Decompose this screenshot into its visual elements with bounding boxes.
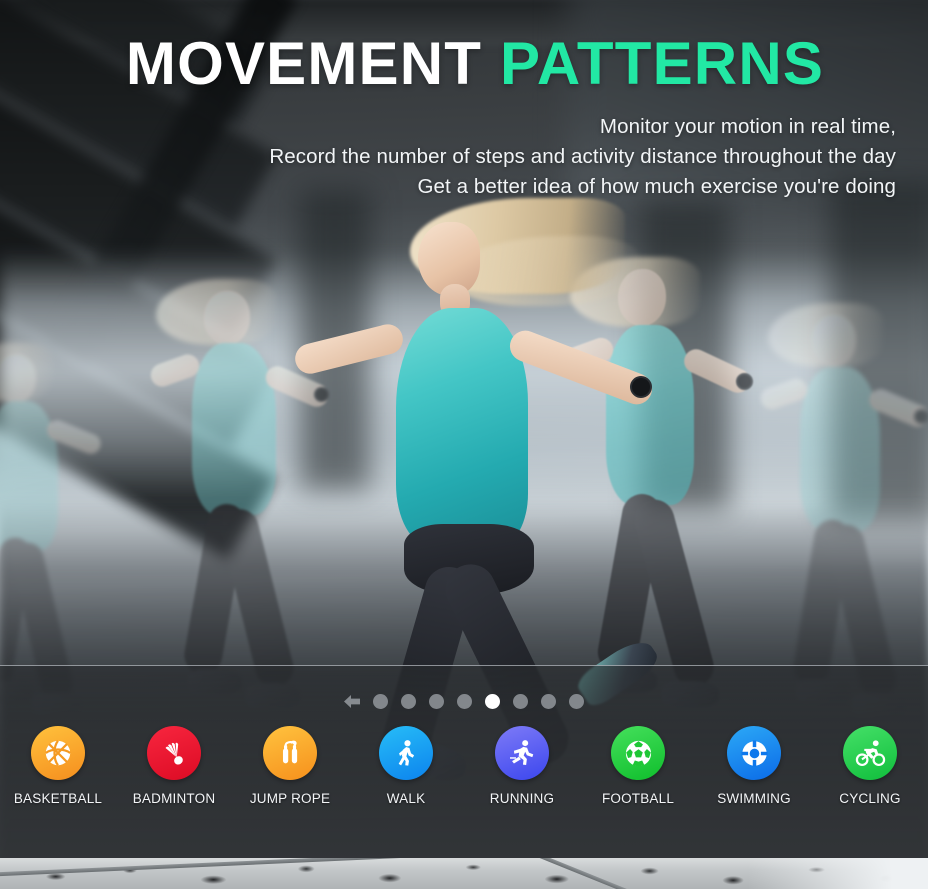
shuttlecock-icon [165,742,183,765]
carousel-pagination [0,694,928,709]
running-badge [495,726,549,780]
carousel-dot-5-active[interactable] [485,694,500,709]
page-title: MOVEMENT PATTERNS [18,32,910,96]
sport-item-badminton[interactable]: BADMINTON [116,726,232,806]
sport-item-walk[interactable]: WALK [348,726,464,806]
carousel-dot-7[interactable] [541,694,556,709]
basketball-badge [31,726,85,780]
sport-item-swimming[interactable]: SWIMMING [696,726,812,806]
subtitle-line-2: Record the number of steps and activity … [269,144,896,168]
runner-arm-front [505,326,657,409]
football-badge [611,726,665,780]
sport-item-jump-rope[interactable]: JUMP ROPE [232,726,348,806]
panel-divider [0,665,928,666]
sport-label-running: RUNNING [489,791,555,806]
cyclist-icon [855,739,885,766]
carousel-dot-6[interactable] [513,694,528,709]
soccer-ball-icon [625,740,651,767]
sport-label-swimming: SWIMMING [717,791,791,806]
carousel-dot-2[interactable] [401,694,416,709]
cycling-badge [843,726,897,780]
sport-item-cycling[interactable]: CYCLING [812,726,928,806]
header-block: MOVEMENT PATTERNS Monitor your motion in… [0,0,928,202]
movement-patterns-banner: MOVEMENT PATTERNS Monitor your motion in… [0,0,928,889]
carousel-dot-3[interactable] [429,694,444,709]
runner-arm-rear [292,321,406,377]
railway-track-band [0,858,928,889]
title-word-movement: MOVEMENT [125,30,483,97]
carousel-dot-4[interactable] [457,694,472,709]
sport-item-running[interactable]: RUNNING [464,726,580,806]
carousel-dot-8[interactable] [569,694,584,709]
lifebuoy-icon [741,740,767,766]
swimming-badge [727,726,781,780]
sport-label-badminton: BADMINTON [132,791,216,806]
runner-wristwatch [630,376,652,398]
sport-label-basketball: BASKETBALL [13,791,103,806]
jump-rope-icon [282,740,298,764]
title-word-patterns: PATTERNS [500,30,825,97]
arrow-left-icon[interactable] [344,694,360,709]
track-right-fade [748,858,928,889]
sport-label-cycling: CYCLING [839,791,901,806]
walking-person-icon [398,740,415,766]
sport-item-football[interactable]: FOOTBALL [580,726,696,806]
carousel-dot-1[interactable] [373,694,388,709]
sport-modes-row: BASKETBALL BADMINTON JUMP ROPE WALK RUNN… [0,726,928,806]
jump-rope-badge [263,726,317,780]
runner-tank-top [396,308,528,546]
subtitle-line-3: Get a better idea of how much exercise y… [417,174,896,198]
basketball-icon [45,740,71,766]
sport-label-jump-rope: JUMP ROPE [249,791,331,806]
badminton-badge [147,726,201,780]
running-person-icon [510,740,534,765]
subtitle-line-1: Monitor your motion in real time, [599,114,896,138]
sport-item-basketball[interactable]: BASKETBALL [0,726,116,806]
walk-badge [379,726,433,780]
subtitle-block: Monitor your motion in real time, Record… [18,112,910,202]
sport-label-walk: WALK [386,791,426,806]
sport-label-football: FOOTBALL [601,791,675,806]
